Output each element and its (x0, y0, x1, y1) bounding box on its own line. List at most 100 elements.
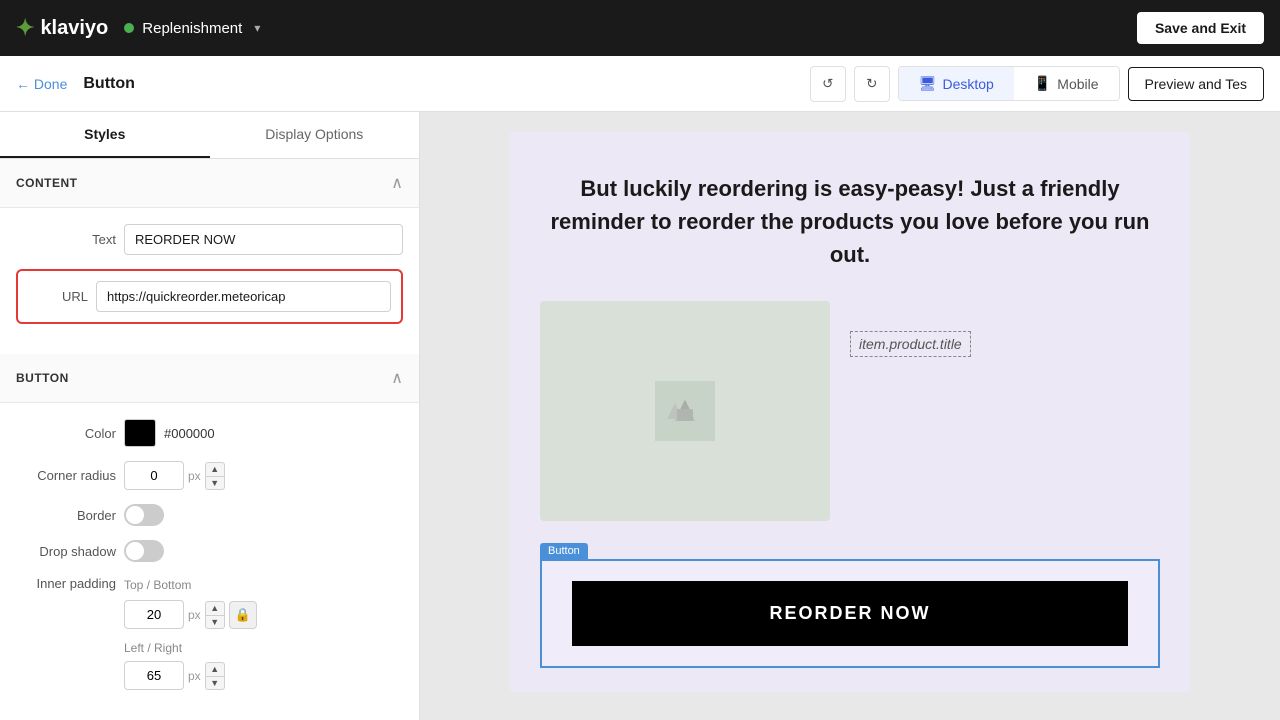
color-field-row: Color #000000 (16, 419, 403, 447)
border-label: Border (16, 508, 116, 523)
content-section-header[interactable]: CONTENT ∧ (0, 159, 419, 208)
desktop-button[interactable]: 🖥 Desktop (899, 67, 1014, 100)
content-section-title: CONTENT (16, 176, 78, 190)
canvas-tagline: But luckily reordering is easy-peasy! Ju… (540, 172, 1160, 271)
mobile-label: Mobile (1057, 76, 1098, 92)
content-collapse-icon: ∧ (391, 173, 403, 193)
preview-test-button[interactable]: Preview and Tes (1128, 67, 1264, 101)
border-toggle-knob (126, 506, 144, 524)
button-section-header[interactable]: BUTTON ∧ (0, 354, 419, 403)
top-bottom-input-wrap: px ▲ ▼ 🔒 (124, 600, 257, 629)
canvas-frame: But luckily reordering is easy-peasy! Ju… (510, 132, 1190, 692)
button-badge-label: Button (548, 545, 580, 557)
device-toggle: 🖥 Desktop 📱 Mobile (898, 66, 1120, 101)
url-field-row-wrapper: URL (16, 269, 403, 324)
text-field-row: Text (16, 224, 403, 255)
canvas-content: But luckily reordering is easy-peasy! Ju… (510, 132, 1190, 541)
undo-icon: ↺ (822, 76, 833, 92)
status-dot (124, 23, 134, 33)
button-collapse-icon: ∧ (391, 368, 403, 388)
logo-mark: ✦ (16, 15, 34, 41)
logo-text: klaviyo (40, 17, 108, 40)
redo-button[interactable]: ↻ (854, 66, 890, 102)
page-title: Button (83, 75, 135, 93)
product-title-tag: item.product.title (850, 331, 971, 357)
undo-button[interactable]: ↺ (810, 66, 846, 102)
left-right-unit: px (188, 669, 201, 683)
product-area: item.product.title (540, 301, 1160, 521)
tab-styles[interactable]: Styles (0, 112, 210, 158)
corner-radius-down-button[interactable]: ▼ (205, 476, 225, 490)
desktop-icon: 🖥 (919, 75, 937, 92)
button-section-title: BUTTON (16, 371, 69, 385)
mobile-icon: 📱 (1034, 75, 1051, 92)
left-right-input[interactable] (124, 661, 184, 690)
product-placeholder-icon (655, 381, 715, 441)
corner-radius-row: Corner radius px ▲ ▼ (16, 461, 403, 490)
left-right-input-wrap: px ▲ ▼ (124, 661, 257, 690)
corner-radius-input-wrap: px ▲ ▼ (124, 461, 225, 490)
corner-radius-label: Corner radius (16, 468, 116, 483)
top-bottom-down-button[interactable]: ▼ (205, 615, 225, 629)
left-right-sublabel-row: Left / Right (124, 639, 257, 655)
top-bottom-unit: px (188, 608, 201, 622)
drop-shadow-label: Drop shadow (16, 544, 116, 559)
button-label-badge: Button (540, 543, 588, 559)
save-exit-button[interactable]: Save and Exit (1137, 12, 1264, 44)
url-label: URL (28, 289, 88, 304)
redo-icon: ↻ (866, 76, 877, 92)
secondary-navigation: ← Done Button ↺ ↻ 🖥 Desktop 📱 Mobile Pre… (0, 56, 1280, 112)
button-section-body: Color #000000 Corner radius px ▲ ▼ (0, 403, 419, 720)
text-input[interactable] (124, 224, 403, 255)
content-section-body: Text URL (0, 208, 419, 354)
top-bottom-stepper: ▲ ▼ (205, 601, 225, 629)
canvas-area: But luckily reordering is easy-peasy! Ju… (420, 112, 1280, 720)
left-right-sublabel: Left / Right (124, 641, 182, 655)
secondary-nav-left: ← Done Button (16, 75, 135, 93)
left-right-down-button[interactable]: ▼ (205, 676, 225, 690)
top-bottom-input[interactable] (124, 600, 184, 629)
chevron-down-icon: ▾ (254, 21, 260, 35)
color-label: Color (16, 426, 116, 441)
main-layout: Styles Display Options CONTENT ∧ Text UR… (0, 112, 1280, 720)
text-label: Text (16, 232, 116, 247)
corner-radius-stepper: ▲ ▼ (205, 462, 225, 490)
drop-shadow-toggle-knob (126, 542, 144, 560)
drop-shadow-row: Drop shadow (16, 540, 403, 562)
url-input[interactable] (96, 281, 391, 312)
klaviyo-logo: ✦ klaviyo (16, 15, 108, 41)
inner-padding-row: Inner padding Top / Bottom px ▲ ▼ 🔒 (16, 576, 403, 690)
done-button[interactable]: ← Done (16, 76, 67, 92)
color-swatch[interactable] (124, 419, 156, 447)
top-bottom-up-button[interactable]: ▲ (205, 601, 225, 615)
button-block-container: ⧉ ★ 🗑 Button REORDER NOW (510, 541, 1190, 688)
corner-radius-unit: px (188, 469, 201, 483)
product-image-placeholder (540, 301, 830, 521)
desktop-label: Desktop (942, 76, 993, 92)
drop-shadow-toggle[interactable] (124, 540, 164, 562)
border-toggle[interactable] (124, 504, 164, 526)
panel-tabs: Styles Display Options (0, 112, 419, 159)
tab-display-options[interactable]: Display Options (210, 112, 420, 158)
color-field: #000000 (124, 419, 215, 447)
corner-radius-up-button[interactable]: ▲ (205, 462, 225, 476)
mobile-button[interactable]: 📱 Mobile (1014, 67, 1119, 100)
flow-name-badge[interactable]: Replenishment ▾ (124, 20, 260, 37)
border-row: Border (16, 504, 403, 526)
left-right-stepper: ▲ ▼ (205, 662, 225, 690)
flow-name-label: Replenishment (142, 20, 242, 37)
left-right-up-button[interactable]: ▲ (205, 662, 225, 676)
button-block: REORDER NOW (540, 559, 1160, 668)
nav-tools: ↺ ↻ 🖥 Desktop 📱 Mobile Preview and Tes (810, 66, 1264, 102)
product-info: item.product.title (850, 301, 1160, 357)
top-bottom-lock-button[interactable]: 🔒 (229, 601, 257, 629)
top-navigation: ✦ klaviyo Replenishment ▾ Save and Exit (0, 0, 1280, 56)
nav-left: ✦ klaviyo Replenishment ▾ (16, 15, 260, 41)
corner-radius-input[interactable] (124, 461, 184, 490)
top-bottom-sublabel: Top / Bottom (124, 578, 191, 592)
reorder-now-button[interactable]: REORDER NOW (572, 581, 1128, 646)
inner-padding-label: Inner padding (16, 576, 116, 591)
top-bottom-sublabel-row: Top / Bottom (124, 576, 257, 592)
color-hex-value: #000000 (164, 426, 215, 441)
inner-padding-fields: Top / Bottom px ▲ ▼ 🔒 Le (124, 576, 257, 690)
